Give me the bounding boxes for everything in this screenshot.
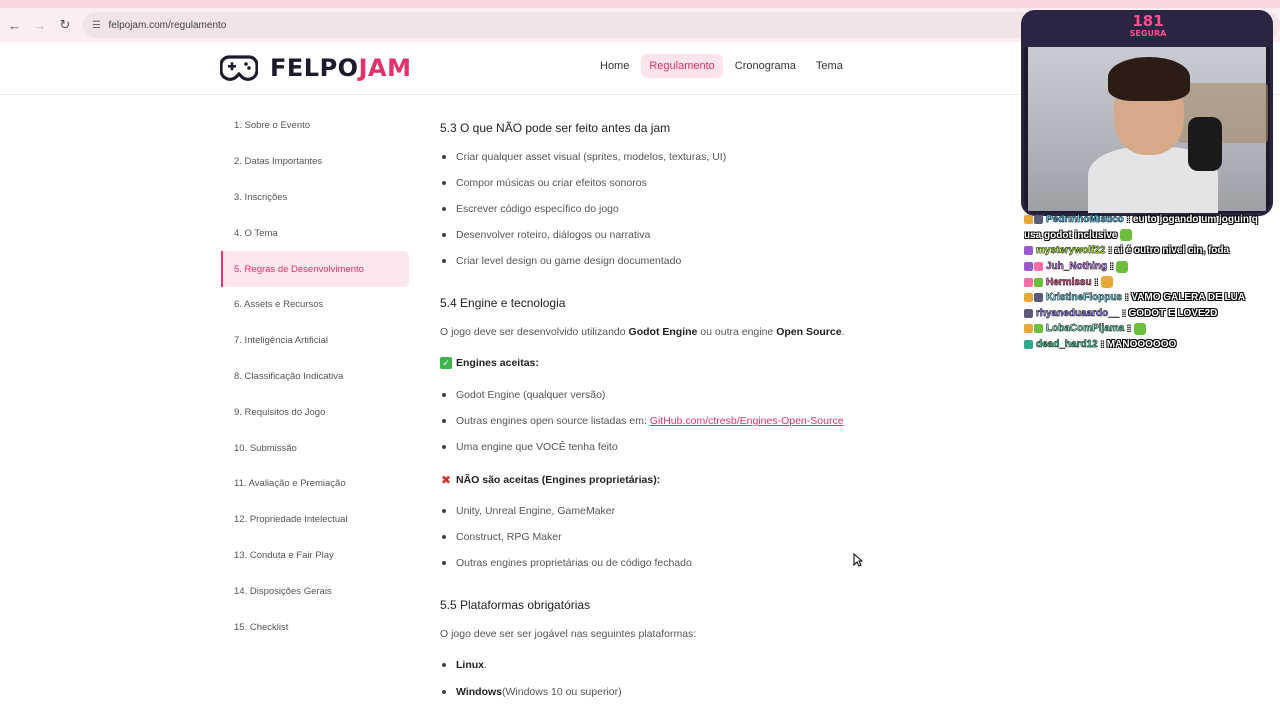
- chat-message: LobaComPijama:: [1024, 321, 1280, 337]
- rejected-label: ✖ NÃO são aceitas (Engines proprietárias)…: [440, 473, 661, 487]
- logo-text: FELPOJAM: [270, 54, 412, 82]
- microphone: [1188, 117, 1222, 171]
- reload-icon[interactable]: ↻: [53, 13, 76, 37]
- site-logo[interactable]: FELPOJAM: [220, 53, 411, 83]
- sidebar-item[interactable]: 15. Checklist: [221, 609, 409, 645]
- list-item: Outras engines open source listadas em: …: [440, 415, 844, 427]
- chat-message: PedrinhoMistico: eu to jogando um joguin…: [1024, 212, 1280, 228]
- cross-icon: ✖: [440, 473, 452, 487]
- sidebar-item[interactable]: 9. Requisitos do Jogo: [221, 394, 409, 430]
- chat-message: KristineFloppus: VAMO GALERA DE LUA: [1024, 290, 1280, 306]
- list-item: Windows (Windows 10 ou superior): [440, 686, 622, 698]
- engine-intro: O jogo deve ser desenvolvido utilizando …: [440, 326, 845, 338]
- url-text: felpojam.com/regulamento: [108, 19, 227, 31]
- list-item: Godot Engine (qualquer versão): [440, 389, 605, 401]
- section-title-5-3: 5.3 O que NÃO pode ser feito antes da ja…: [440, 121, 671, 135]
- chat-message: rhyaneduaardo__: GODOT E LOVE2D: [1024, 306, 1280, 322]
- list-item: Compor músicas ou criar efeitos sonoros: [440, 177, 647, 189]
- section-title-5-5: 5.5 Plataformas obrigatórias: [440, 598, 591, 612]
- sidebar-item[interactable]: 13. Conduta e Fair Play: [221, 538, 409, 574]
- list-item: Linux.: [440, 659, 487, 671]
- nav-regulamento[interactable]: Regulamento: [641, 54, 723, 78]
- site-info-icon[interactable]: ☰: [91, 19, 103, 31]
- list-item: Unity, Unreal Engine, GameMaker: [440, 505, 615, 517]
- webcam-overlay: 181 SEGURA: [1021, 10, 1273, 216]
- list-item: Outras engines proprietárias ou de códig…: [440, 557, 692, 569]
- sidebar-toc: 1. Sobre o Evento 2. Datas Importantes 3…: [221, 108, 409, 645]
- sidebar-item[interactable]: 1. Sobre o Evento: [221, 108, 409, 144]
- chat-message: Juh_Nothing:: [1024, 259, 1280, 275]
- browser-tab-strip: [0, 0, 1280, 8]
- gamepad-icon: [220, 55, 258, 81]
- mouse-cursor-icon: [853, 553, 863, 567]
- sidebar-item[interactable]: 6. Assets e Recursos: [221, 287, 409, 323]
- sidebar-item[interactable]: 11. Avaliação e Premiação: [221, 466, 409, 502]
- list-item: Escrever código específico do jogo: [440, 203, 619, 215]
- section-title-5-4: 5.4 Engine e tecnologia: [440, 296, 566, 310]
- sidebar-item[interactable]: 8. Classificação Indicativa: [221, 359, 409, 395]
- check-icon: ✓: [440, 357, 452, 369]
- sidebar-item-active[interactable]: 5. Regras de Desenvolvimento: [221, 251, 409, 287]
- sidebar-item[interactable]: 2. Datas Importantes: [221, 144, 409, 180]
- nav-cronograma[interactable]: Cronograma: [727, 54, 804, 78]
- chat-message: Hermissu:: [1024, 274, 1280, 290]
- accepted-label: ✓ Engines aceitas:: [440, 357, 539, 369]
- sidebar-item[interactable]: 4. O Tema: [221, 215, 409, 251]
- forward-icon[interactable]: →: [28, 13, 51, 37]
- sidebar-item[interactable]: 14. Disposições Gerais: [221, 573, 409, 609]
- sidebar-item[interactable]: 7. Inteligência Artificial: [221, 323, 409, 359]
- stream-chat: PedrinhoMistico: eu to jogando um joguin…: [1024, 212, 1280, 352]
- chat-message: mysterywolf22: ai é outro nivel cin, fod…: [1024, 243, 1280, 259]
- list-item: Desenvolver roteiro, diálogos ou narrati…: [440, 229, 650, 241]
- stream-badge: 181 SEGURA: [1129, 12, 1167, 38]
- main-nav: Home Regulamento Cronograma Tema: [592, 54, 851, 78]
- list-item: Uma engine que VOCÊ tenha feito: [440, 441, 618, 453]
- platforms-intro: O jogo deve ser ser jogável nas seguinte…: [440, 628, 697, 640]
- list-item: Criar level design ou game design docume…: [440, 255, 681, 267]
- sidebar-item[interactable]: 12. Propriedade Intelectual: [221, 502, 409, 538]
- back-icon[interactable]: ←: [3, 13, 26, 37]
- nav-tema[interactable]: Tema: [808, 54, 851, 78]
- chat-message: dead_hard12: MANOOOOOO: [1024, 337, 1280, 353]
- sidebar-item[interactable]: 10. Submissão: [221, 430, 409, 466]
- webcam-video: [1028, 47, 1268, 213]
- list-item: Construct, RPG Maker: [440, 531, 562, 543]
- sidebar-item[interactable]: 3. Inscrições: [221, 180, 409, 216]
- chat-message: usa godot inclusive: [1024, 228, 1280, 244]
- nav-home[interactable]: Home: [592, 54, 637, 78]
- engines-open-source-link[interactable]: GitHub.com/ctresb/Engines-Open-Source: [650, 415, 844, 427]
- list-item: Criar qualquer asset visual (sprites, mo…: [440, 151, 726, 163]
